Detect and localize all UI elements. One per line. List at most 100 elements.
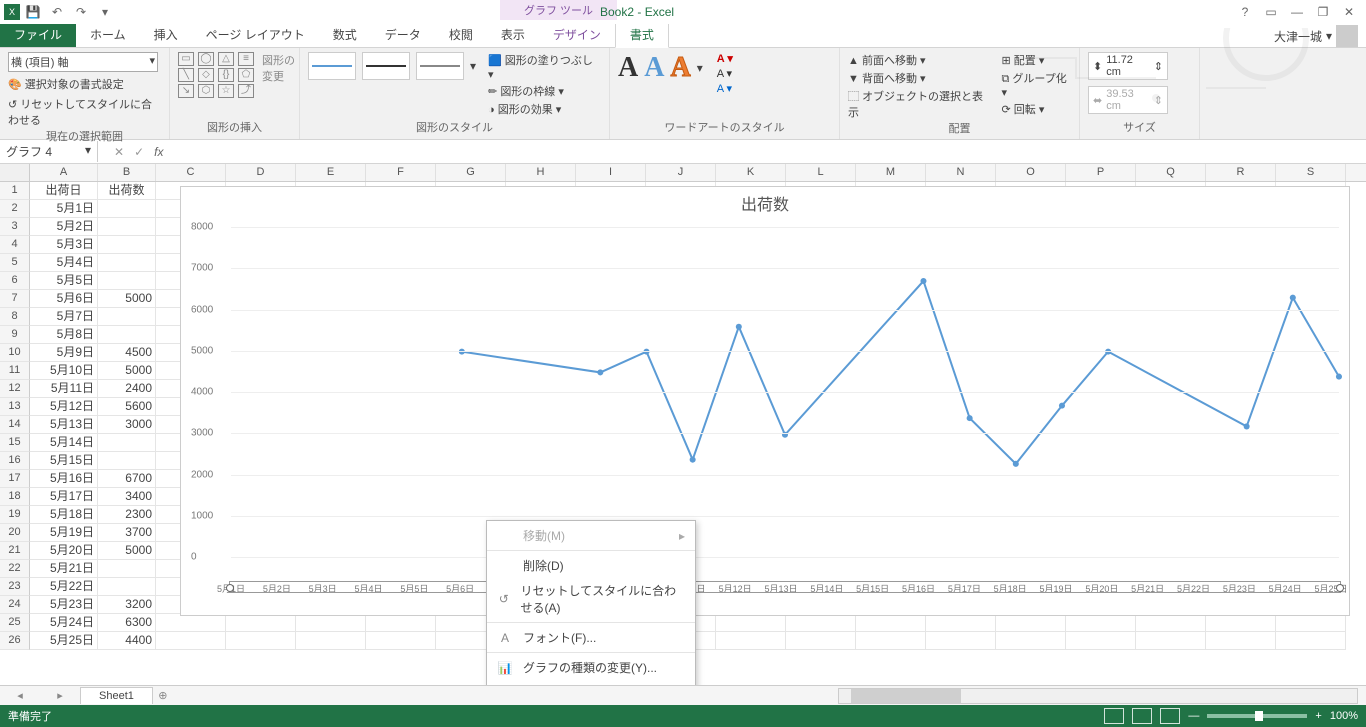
avatar[interactable] bbox=[1336, 25, 1358, 47]
col-header[interactable]: H bbox=[506, 164, 576, 181]
horizontal-scrollbar[interactable] bbox=[838, 688, 1358, 704]
cell[interactable] bbox=[366, 614, 436, 632]
cell[interactable]: 5月16日 bbox=[30, 470, 98, 488]
cell[interactable] bbox=[98, 434, 156, 452]
row-header[interactable]: 10 bbox=[0, 344, 30, 362]
cell[interactable] bbox=[366, 632, 436, 650]
col-header[interactable]: R bbox=[1206, 164, 1276, 181]
bring-forward-button[interactable]: ▲ 前面へ移動 ▾ bbox=[848, 52, 985, 68]
view-page-break-icon[interactable] bbox=[1160, 708, 1180, 724]
cell[interactable]: 5月21日 bbox=[30, 560, 98, 578]
cell[interactable] bbox=[926, 614, 996, 632]
qat-customize[interactable]: ▾ bbox=[94, 1, 116, 23]
row-header[interactable]: 20 bbox=[0, 524, 30, 542]
menu-change-chart-type[interactable]: 📊グラフの種類の変更(Y)... bbox=[487, 655, 695, 680]
col-header[interactable]: J bbox=[646, 164, 716, 181]
cell[interactable] bbox=[296, 632, 366, 650]
cell[interactable]: 3400 bbox=[98, 488, 156, 506]
tab-insert[interactable]: 挿入 bbox=[140, 22, 192, 47]
chart-area[interactable]: 出荷数 0100020003000400050006000700080005月1… bbox=[180, 186, 1350, 616]
wordart-gallery[interactable]: A A A ▾ bbox=[618, 52, 703, 84]
row-header[interactable]: 5 bbox=[0, 254, 30, 272]
cell[interactable] bbox=[98, 560, 156, 578]
cell[interactable]: 2400 bbox=[98, 380, 156, 398]
cell[interactable] bbox=[1066, 614, 1136, 632]
cell[interactable]: 5月11日 bbox=[30, 380, 98, 398]
row-header[interactable]: 17 bbox=[0, 470, 30, 488]
tab-review[interactable]: 校閲 bbox=[435, 22, 487, 47]
cell[interactable] bbox=[156, 632, 226, 650]
zoom-out-button[interactable]: — bbox=[1188, 710, 1199, 722]
col-header[interactable]: A bbox=[30, 164, 98, 181]
cell[interactable] bbox=[98, 578, 156, 596]
col-header[interactable]: M bbox=[856, 164, 926, 181]
cell[interactable]: 5月14日 bbox=[30, 434, 98, 452]
cell[interactable] bbox=[98, 452, 156, 470]
cell[interactable]: 5月5日 bbox=[30, 272, 98, 290]
cell[interactable]: 5月10日 bbox=[30, 362, 98, 380]
shape-style-gallery[interactable]: ▾ bbox=[308, 52, 476, 80]
row-header[interactable]: 11 bbox=[0, 362, 30, 380]
cell[interactable] bbox=[1066, 632, 1136, 650]
rotate-button[interactable]: ⟳ 回転 ▾ bbox=[1001, 101, 1071, 117]
x-axis-selection[interactable] bbox=[229, 581, 1341, 593]
row-header[interactable]: 22 bbox=[0, 560, 30, 578]
row-header[interactable]: 9 bbox=[0, 326, 30, 344]
cell[interactable] bbox=[856, 632, 926, 650]
cell[interactable] bbox=[1136, 614, 1206, 632]
col-header[interactable]: F bbox=[366, 164, 436, 181]
col-header[interactable]: C bbox=[156, 164, 226, 181]
row-header[interactable]: 6 bbox=[0, 272, 30, 290]
col-header[interactable]: L bbox=[786, 164, 856, 181]
cell[interactable] bbox=[98, 200, 156, 218]
col-header[interactable]: K bbox=[716, 164, 786, 181]
cell[interactable]: 5600 bbox=[98, 398, 156, 416]
shape-gallery[interactable]: ▭◯△≡ ╲◇{}⬠ ↘⬡☆⤴ bbox=[178, 52, 256, 98]
cell[interactable]: 5月4日 bbox=[30, 254, 98, 272]
menu-delete[interactable]: 削除(D) bbox=[487, 553, 695, 578]
tab-data[interactable]: データ bbox=[371, 22, 435, 47]
row-header[interactable]: 21 bbox=[0, 542, 30, 560]
cell[interactable]: 2300 bbox=[98, 506, 156, 524]
cell[interactable] bbox=[226, 614, 296, 632]
cell[interactable]: 3000 bbox=[98, 416, 156, 434]
cell[interactable]: 5月19日 bbox=[30, 524, 98, 542]
row-header[interactable]: 8 bbox=[0, 308, 30, 326]
cell[interactable] bbox=[856, 614, 926, 632]
file-tab[interactable]: ファイル bbox=[0, 22, 76, 47]
reset-style-button[interactable]: ↺ リセットしてスタイルに合わせる bbox=[8, 96, 161, 128]
tab-formulas[interactable]: 数式 bbox=[319, 22, 371, 47]
col-header[interactable]: G bbox=[436, 164, 506, 181]
cell[interactable] bbox=[1276, 614, 1346, 632]
cell[interactable] bbox=[996, 614, 1066, 632]
enter-icon[interactable]: ✓ bbox=[134, 145, 144, 159]
row-header[interactable]: 26 bbox=[0, 632, 30, 650]
col-header[interactable]: P bbox=[1066, 164, 1136, 181]
col-header[interactable]: E bbox=[296, 164, 366, 181]
cell[interactable]: 5月13日 bbox=[30, 416, 98, 434]
tab-view[interactable]: 表示 bbox=[487, 22, 539, 47]
help-button[interactable]: ? bbox=[1236, 5, 1254, 19]
tab-page-layout[interactable]: ページ レイアウト bbox=[192, 22, 319, 47]
row-header[interactable]: 12 bbox=[0, 380, 30, 398]
name-box[interactable]: グラフ 4▾ bbox=[0, 141, 98, 162]
cell[interactable]: 5月3日 bbox=[30, 236, 98, 254]
undo-button[interactable]: ↶ bbox=[46, 1, 68, 23]
cell[interactable]: 5月2日 bbox=[30, 218, 98, 236]
zoom-slider[interactable] bbox=[1207, 714, 1307, 718]
cell[interactable] bbox=[98, 254, 156, 272]
cell[interactable]: 5月9日 bbox=[30, 344, 98, 362]
col-header[interactable]: B bbox=[98, 164, 156, 181]
view-normal-icon[interactable] bbox=[1104, 708, 1124, 724]
cell[interactable] bbox=[98, 308, 156, 326]
row-header[interactable]: 15 bbox=[0, 434, 30, 452]
format-selection-button[interactable]: 🎨 選択対象の書式設定 bbox=[8, 76, 124, 92]
cell[interactable] bbox=[1206, 632, 1276, 650]
row-header[interactable]: 2 bbox=[0, 200, 30, 218]
new-sheet-button[interactable]: ⊕ bbox=[153, 689, 173, 702]
save-button[interactable]: 💾 bbox=[22, 1, 44, 23]
row-header[interactable]: 18 bbox=[0, 488, 30, 506]
sheet-tab[interactable]: Sheet1 bbox=[80, 687, 153, 704]
shape-fill-button[interactable]: 🟦 図形の塗りつぶし ▾ bbox=[488, 52, 601, 81]
cell[interactable]: 5000 bbox=[98, 362, 156, 380]
